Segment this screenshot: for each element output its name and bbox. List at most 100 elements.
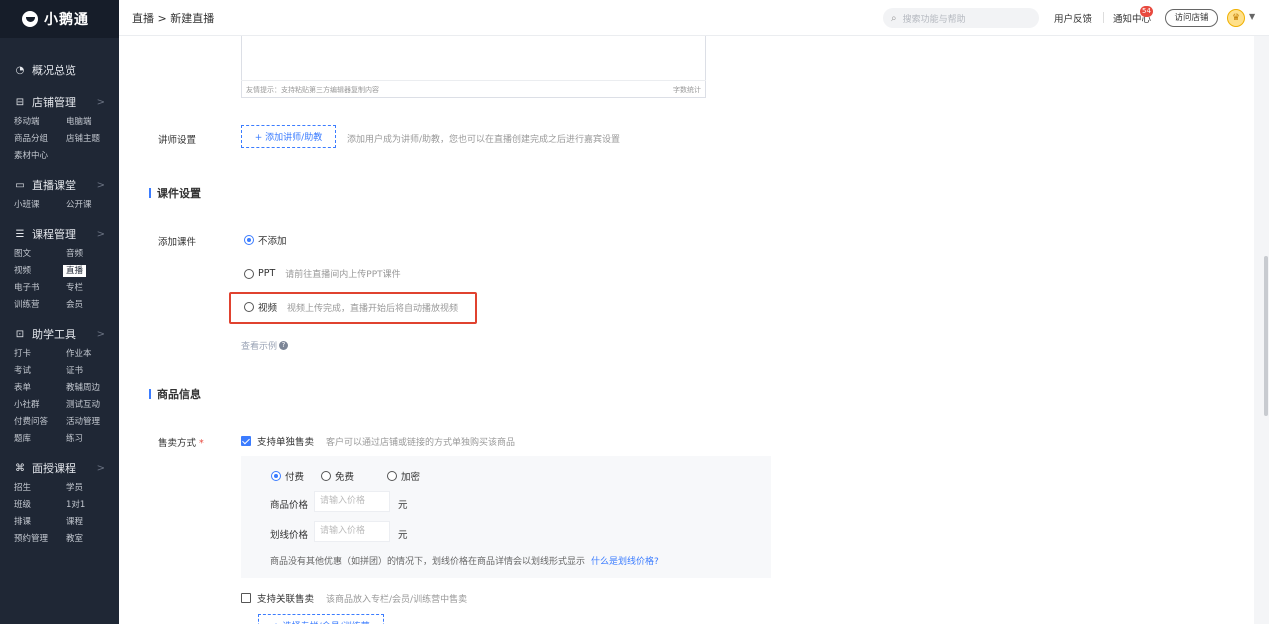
sidebar-item-label: 排课 — [14, 517, 32, 527]
sidebar-item-label: 题库 — [14, 434, 32, 444]
sidebar-item[interactable]: 表单 — [14, 380, 66, 397]
radio-pay-encrypted[interactable]: 加密 — [387, 469, 420, 483]
view-example-link[interactable]: 查看示例 ? — [241, 339, 289, 352]
checkbox-label: 支持关联售卖 — [257, 594, 315, 605]
sidebar-item[interactable]: 练习 — [66, 431, 118, 448]
sidebar-group: ⊟ 店铺管理 > 移动端 电脑端 商品分组 店铺主题素材中心 — [0, 90, 119, 165]
sidebar-item[interactable]: 店铺主题 — [66, 131, 118, 148]
sidebar-item[interactable]: 移动端 — [14, 114, 66, 131]
sidebar-item[interactable]: 教辅周边 — [66, 380, 118, 397]
sidebar-item[interactable]: 视频 — [14, 263, 66, 280]
sidebar-item-label: 小班课 — [14, 200, 40, 210]
sidebar-item[interactable]: 测试互动 — [66, 397, 118, 414]
course-icon: ☰ — [15, 228, 25, 240]
sidebar-item-label: 预约管理 — [14, 534, 49, 544]
sidebar-item-label: 班级 — [14, 500, 32, 510]
radio-label: PPT — [258, 268, 276, 279]
topbar: 直播 > 新建直播 ⌕ 搜索功能与帮助 用户反馈 通知中心 54 访问店铺 ♛ … — [119, 0, 1269, 36]
sidebar-item[interactable]: 课程 — [66, 514, 118, 531]
notify-badge: 54 — [1140, 6, 1153, 17]
offline-icon: ⌘ — [15, 462, 25, 474]
sidebar-group-header[interactable]: ☰ 课程管理 > — [0, 222, 119, 246]
feedback-link[interactable]: 用户反馈 — [1054, 11, 1092, 25]
sidebar-item[interactable]: 招生 — [14, 480, 66, 497]
radio-pay-free[interactable]: 免费 — [321, 469, 354, 483]
sidebar-item[interactable]: 直播 — [63, 263, 118, 280]
scrollbar[interactable] — [1263, 36, 1269, 624]
sidebar-item-label: 素材中心 — [14, 151, 49, 161]
sidebar-group-label: 概况总览 — [32, 64, 76, 77]
sidebar-item[interactable]: 付费问答 — [14, 414, 66, 431]
sidebar-item[interactable]: 预约管理 — [14, 531, 66, 548]
sidebar-item[interactable]: 公开课 — [66, 197, 118, 214]
sidebar-group-header[interactable]: ⊡ 助学工具 > — [0, 322, 119, 346]
sidebar-item[interactable]: 排课 — [14, 514, 66, 531]
bundle-sale-checkbox[interactable]: 支持关联售卖 该商品放入专栏/会员/训练营中售卖 — [241, 591, 467, 605]
sidebar-item[interactable]: 专栏 — [66, 280, 118, 297]
sidebar-item[interactable]: 商品分组 — [14, 131, 66, 148]
sidebar-item-label: 公开课 — [66, 200, 92, 210]
logo-icon — [22, 11, 38, 27]
scrollbar-thumb[interactable] — [1264, 256, 1268, 416]
sidebar-item-label: 电脑端 — [66, 117, 92, 127]
sidebar-item[interactable]: 打卡 — [14, 346, 66, 363]
sidebar-subitems: 小班课 公开课 — [0, 197, 119, 214]
select-bundle-button[interactable]: + 选择专栏/会员/训练营 — [258, 614, 384, 624]
radio-courseware-none[interactable]: 不添加 — [244, 233, 287, 247]
sidebar-item[interactable]: 素材中心 — [14, 148, 66, 165]
strike-price-input[interactable]: 请输入价格 — [314, 521, 390, 542]
sidebar-group-header[interactable]: ▭ 直播课堂 > — [0, 173, 119, 197]
sidebar-item[interactable]: 会员 — [66, 297, 118, 314]
sidebar-item-label: 证书 — [66, 366, 84, 376]
what-is-strike-price-link[interactable]: 什么是划线价格? — [591, 557, 659, 567]
divider — [1103, 12, 1104, 23]
sidebar-item[interactable]: 训练营 — [14, 297, 66, 314]
avatar[interactable]: ♛ — [1227, 9, 1245, 27]
sidebar-item[interactable]: 题库 — [14, 431, 66, 448]
sidebar-item-label: 音频 — [66, 249, 84, 259]
chevron-right-icon: > — [96, 228, 105, 240]
sidebar-item[interactable]: 证书 — [66, 363, 118, 380]
radio-icon — [321, 471, 331, 481]
sidebar-item[interactable]: 活动管理 — [66, 414, 118, 431]
sidebar-item-label: 学员 — [66, 483, 84, 493]
sidebar-group-label: 助学工具 — [32, 328, 76, 341]
sidebar-item-label: 教室 — [66, 534, 84, 544]
visit-shop-button[interactable]: 访问店铺 — [1165, 9, 1218, 27]
radio-label: 免费 — [335, 472, 355, 483]
sidebar-item[interactable]: 小社群 — [14, 397, 66, 414]
sidebar-item-label: 练习 — [66, 434, 84, 444]
sidebar-item-label: 直播 — [63, 265, 87, 277]
sidebar-subitems: 招生 学员班级 1对1 排课 课程预约管理 教室 — [0, 480, 119, 548]
sidebar-item[interactable]: 小班课 — [14, 197, 66, 214]
chevron-down-icon[interactable]: ▼ — [1249, 12, 1255, 21]
search-icon: ⌕ — [891, 12, 897, 24]
strike-price-label: 划线价格 — [270, 530, 309, 541]
highlight-box — [229, 292, 477, 324]
sidebar-item[interactable]: 1对1 — [66, 497, 118, 514]
radio-courseware-ppt[interactable]: PPT 请前往直播间内上传PPT课件 — [244, 267, 401, 280]
editor-tip: 友情提示：支持粘贴第三方编辑器复制内容 — [246, 85, 379, 94]
sidebar-group-label: 面授课程 — [32, 462, 76, 475]
sidebar-item[interactable]: 考试 — [14, 363, 66, 380]
sidebar-group-header[interactable]: ◔ 概况总览 — [0, 58, 119, 82]
sale-label: 售卖方式 * — [158, 438, 204, 449]
add-teacher-button[interactable]: + 添加讲师/助教 — [241, 125, 336, 148]
sidebar-item[interactable]: 作业本 — [66, 346, 118, 363]
sidebar-item[interactable]: 教室 — [66, 531, 118, 548]
sidebar-item[interactable]: 班级 — [14, 497, 66, 514]
sidebar-group-header[interactable]: ⊟ 店铺管理 > — [0, 90, 119, 114]
radio-pay-paid[interactable]: 付费 — [271, 469, 304, 483]
search-input[interactable]: ⌕ 搜索功能与帮助 — [883, 8, 1039, 28]
sidebar-item[interactable]: 电子书 — [14, 280, 66, 297]
courseware-section-title: 课件设置 — [149, 185, 201, 201]
sidebar-item[interactable]: 电脑端 — [66, 114, 118, 131]
price-input[interactable]: 请输入价格 — [314, 491, 390, 512]
sidebar-item[interactable]: 学员 — [66, 480, 118, 497]
app-logo[interactable]: 小鹅通 — [0, 0, 119, 38]
sidebar-item[interactable]: 音频 — [66, 246, 118, 263]
sidebar-item[interactable]: 图文 — [14, 246, 66, 263]
single-sale-checkbox[interactable]: 支持单独售卖 客户可以通过店铺或链接的方式单独购买该商品 — [241, 434, 515, 448]
sidebar-group: ▭ 直播课堂 > 小班课 公开课 — [0, 173, 119, 214]
sidebar-group-header[interactable]: ⌘ 面授课程 > — [0, 456, 119, 480]
